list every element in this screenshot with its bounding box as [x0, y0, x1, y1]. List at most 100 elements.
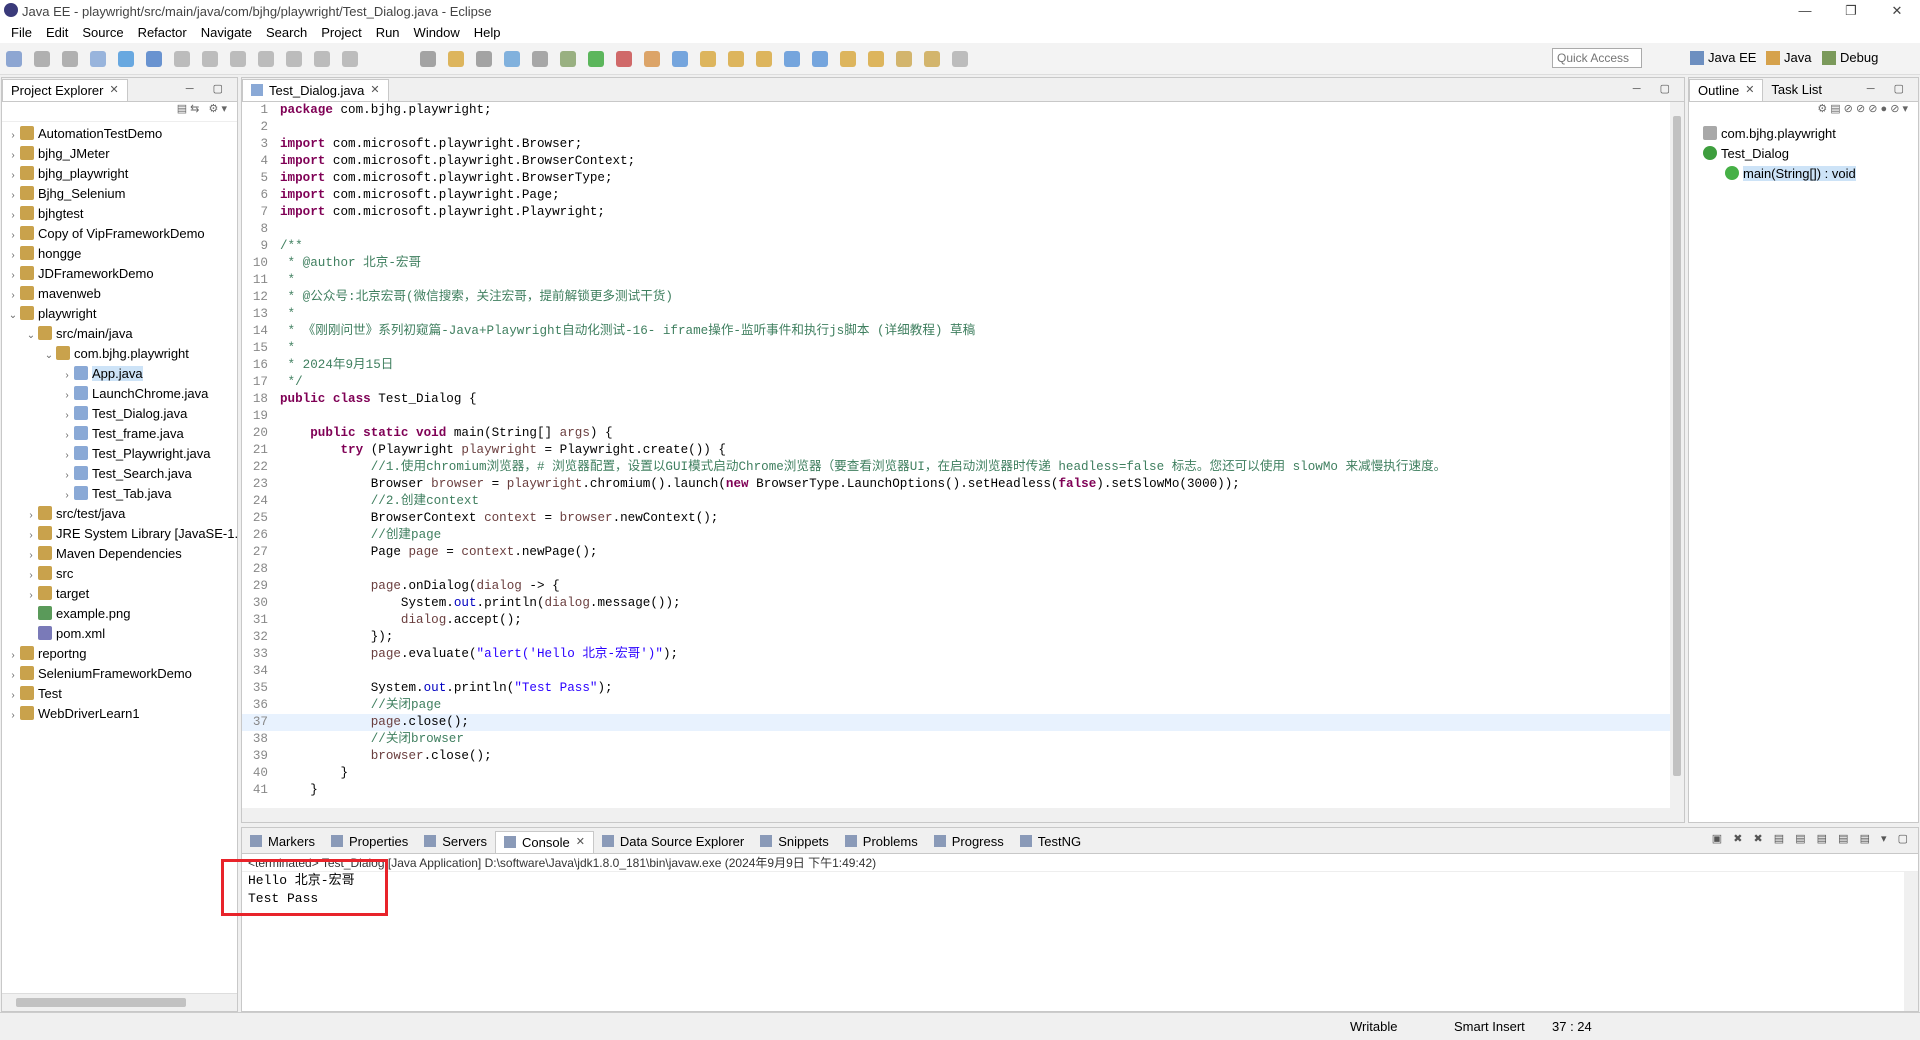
toolbar-tool-icon[interactable] — [286, 51, 302, 67]
close-icon[interactable]: ✕ — [576, 835, 585, 848]
project-tree-item[interactable]: › JRE System Library [JavaSE-1.8] — [2, 524, 237, 544]
project-tree-item[interactable]: › Bjhg_Selenium — [2, 184, 237, 204]
project-tree-item[interactable]: ⌄ playwright — [2, 304, 237, 324]
project-tree-item[interactable]: › mavenweb — [2, 284, 237, 304]
expand-toggle-icon[interactable]: › — [6, 646, 20, 666]
menu-help[interactable]: Help — [467, 25, 508, 40]
expand-toggle-icon[interactable]: › — [6, 126, 20, 146]
toolbar-tool-icon[interactable] — [314, 51, 330, 67]
toolbar-tool-icon[interactable] — [202, 51, 218, 67]
code-editor[interactable]: 1 package com.bjhg.playwright; 2 3 import co… — [242, 102, 1670, 808]
expand-toggle-icon[interactable]: › — [6, 266, 20, 286]
toolbar-tool-icon[interactable] — [728, 51, 744, 67]
menu-refactor[interactable]: Refactor — [131, 25, 194, 40]
editor-horizontal-scrollbar[interactable] — [242, 808, 1684, 822]
toolbar-tool-icon[interactable] — [952, 51, 968, 67]
menu-run[interactable]: Run — [369, 25, 407, 40]
expand-toggle-icon[interactable]: › — [60, 386, 74, 406]
close-icon[interactable]: ✕ — [370, 83, 379, 96]
expand-toggle-icon[interactable]: › — [60, 426, 74, 446]
toolbar-tool-icon[interactable] — [672, 51, 688, 67]
outline-item[interactable]: com.bjhg.playwright — [1689, 124, 1918, 144]
toolbar-tool-icon[interactable] — [146, 51, 162, 67]
panel-controls[interactable]: ─ ▢ — [1867, 82, 1912, 95]
expand-toggle-icon[interactable]: › — [24, 526, 38, 546]
toolbar-tool-icon[interactable] — [230, 51, 246, 67]
project-tree-item[interactable]: › Test_Search.java — [2, 464, 237, 484]
close-icon[interactable]: ✕ — [1745, 83, 1754, 96]
expand-toggle-icon[interactable]: › — [60, 366, 74, 386]
menu-window[interactable]: Window — [407, 25, 467, 40]
project-tree-item[interactable]: › AutomationTestDemo — [2, 124, 237, 144]
expand-toggle-icon[interactable]: › — [6, 666, 20, 686]
toolbar-tool-icon[interactable] — [812, 51, 828, 67]
expand-toggle-icon[interactable]: › — [24, 586, 38, 606]
toolbar-tool-icon[interactable] — [700, 51, 716, 67]
console-output[interactable]: Hello 北京-宏哥 Test Pass — [242, 872, 1918, 908]
project-tree-item[interactable]: › Test — [2, 684, 237, 704]
tab-test-dialog-java[interactable]: Test_Dialog.java ✕ — [242, 79, 389, 101]
project-tree-item[interactable]: › target — [2, 584, 237, 604]
tab-task-list[interactable]: Task List — [1763, 79, 1830, 101]
menu-project[interactable]: Project — [314, 25, 368, 40]
tab-servers[interactable]: Servers — [416, 831, 495, 853]
toolbar-tool-icon[interactable] — [840, 51, 856, 67]
toolbar-tool-icon[interactable] — [504, 51, 520, 67]
perspective-debug[interactable]: Debug — [1822, 50, 1878, 65]
toolbar-tool-icon[interactable] — [448, 51, 464, 67]
project-tree-item[interactable]: pom.xml — [2, 624, 237, 644]
toolbar-tool-icon[interactable] — [34, 51, 50, 67]
expand-toggle-icon[interactable]: › — [60, 466, 74, 486]
toolbar-tool-icon[interactable] — [62, 51, 78, 67]
expand-toggle-icon[interactable]: ⌄ — [42, 346, 56, 366]
toolbar-tool-icon[interactable] — [784, 51, 800, 67]
project-tree-item[interactable]: › bjhg_JMeter — [2, 144, 237, 164]
expand-toggle-icon[interactable]: › — [24, 546, 38, 566]
project-tree-item[interactable]: › App.java — [2, 364, 237, 384]
menu-navigate[interactable]: Navigate — [194, 25, 259, 40]
project-tree-item[interactable]: › Test_Tab.java — [2, 484, 237, 504]
tab-progress[interactable]: Progress — [926, 831, 1012, 853]
expand-toggle-icon[interactable]: › — [60, 406, 74, 426]
toolbar-tool-icon[interactable] — [644, 51, 660, 67]
toolbar-tool-icon[interactable] — [560, 51, 576, 67]
project-tree-item[interactable]: › SeleniumFrameworkDemo — [2, 664, 237, 684]
toolbar-tool-icon[interactable] — [342, 51, 358, 67]
tab-snippets[interactable]: Snippets — [752, 831, 837, 853]
expand-toggle-icon[interactable]: › — [6, 706, 20, 726]
tab-problems[interactable]: Problems — [837, 831, 926, 853]
project-tree-item[interactable]: › src — [2, 564, 237, 584]
project-tree-item[interactable]: ⌄ src/main/java — [2, 324, 237, 344]
project-tree-item[interactable]: example.png — [2, 604, 237, 624]
expand-toggle-icon[interactable]: › — [6, 206, 20, 226]
tab-outline[interactable]: Outline ✕ — [1689, 79, 1764, 101]
project-tree-item[interactable]: › src/test/java — [2, 504, 237, 524]
horizontal-scrollbar[interactable] — [2, 993, 237, 1011]
toolbar-tool-icon[interactable] — [588, 51, 604, 67]
project-tree-item[interactable]: › bjhg_playwright — [2, 164, 237, 184]
toolbar-tool-icon[interactable] — [420, 51, 436, 67]
project-tree-item[interactable]: › WebDriverLearn1 — [2, 704, 237, 724]
toolbar-tool-icon[interactable] — [532, 51, 548, 67]
project-tree-item[interactable]: › hongge — [2, 244, 237, 264]
expand-toggle-icon[interactable]: › — [6, 186, 20, 206]
tab-properties[interactable]: Properties — [323, 831, 416, 853]
toolbar-tool-icon[interactable] — [756, 51, 772, 67]
project-tree-item[interactable]: ⌄ com.bjhg.playwright — [2, 344, 237, 364]
expand-toggle-icon[interactable]: › — [60, 486, 74, 506]
minimize-button[interactable]: — — [1782, 0, 1828, 22]
expand-toggle-icon[interactable]: › — [6, 146, 20, 166]
toolbar-tool-icon[interactable] — [896, 51, 912, 67]
outline-toolbar[interactable]: ⚙ ▤ ⊘ ⊘ ⊘ ● ⊘ ▾ — [1689, 102, 1918, 122]
quick-access-input[interactable] — [1552, 48, 1642, 68]
toolbar-tool-icon[interactable] — [118, 51, 134, 67]
project-tree-item[interactable]: › reportng — [2, 644, 237, 664]
toolbar-tool-icon[interactable] — [868, 51, 884, 67]
menu-file[interactable]: File — [4, 25, 39, 40]
project-tree-item[interactable]: › JDFrameworkDemo — [2, 264, 237, 284]
close-icon[interactable]: ✕ — [109, 83, 118, 96]
console-vertical-scrollbar[interactable] — [1904, 872, 1918, 1011]
toolbar-tool-icon[interactable] — [924, 51, 940, 67]
editor-vertical-scrollbar[interactable] — [1670, 102, 1684, 808]
toolbar-tool-icon[interactable] — [616, 51, 632, 67]
